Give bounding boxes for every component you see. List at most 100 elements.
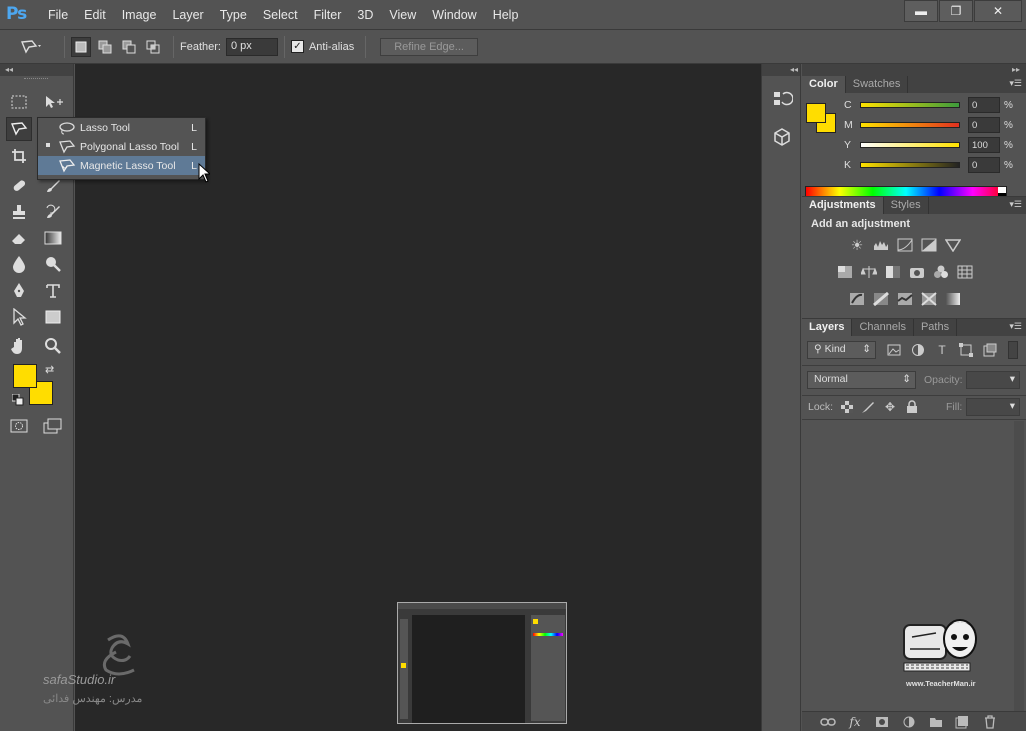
menu-filter[interactable]: Filter	[306, 0, 350, 30]
toolbox-collapse[interactable]: ◂◂	[0, 64, 73, 76]
layer-style-icon[interactable]: fx	[847, 714, 863, 730]
menu-layer[interactable]: Layer	[164, 0, 211, 30]
dodge-tool[interactable]	[40, 252, 66, 276]
swap-colors-icon[interactable]: ⇄	[45, 363, 54, 376]
subtract-from-selection-button[interactable]	[119, 37, 139, 57]
tab-styles[interactable]: Styles	[884, 197, 929, 214]
tab-adjustments[interactable]: Adjustments	[802, 197, 884, 214]
flyout-item-polygonal-lasso[interactable]: Polygonal Lasso Tool L	[38, 137, 205, 156]
filter-type-icon[interactable]: T	[934, 342, 950, 358]
rectangle-tool[interactable]	[40, 305, 66, 329]
zoom-tool[interactable]	[40, 334, 66, 358]
new-layer-icon[interactable]	[954, 714, 970, 730]
blend-mode-dropdown[interactable]: Normal ⇕	[807, 371, 916, 389]
crop-tool[interactable]	[6, 144, 32, 168]
slider-track[interactable]	[860, 142, 960, 148]
filter-pixel-icon[interactable]	[886, 342, 902, 358]
hue-saturation-icon[interactable]	[836, 264, 854, 280]
hand-tool[interactable]	[6, 334, 32, 358]
delete-layer-icon[interactable]	[982, 714, 998, 730]
tab-swatches[interactable]: Swatches	[846, 76, 909, 93]
invert-icon[interactable]	[848, 291, 866, 307]
type-tool[interactable]	[40, 279, 66, 303]
history-brush-tool[interactable]	[40, 200, 66, 224]
slider-black[interactable]: K 0 %	[844, 156, 1013, 174]
menu-select[interactable]: Select	[255, 0, 306, 30]
dock-collapse[interactable]: ◂◂	[762, 64, 800, 76]
tab-channels[interactable]: Channels	[852, 319, 914, 336]
vibrance-icon[interactable]	[944, 237, 962, 253]
restore-button[interactable]: ❐	[939, 0, 973, 22]
slider-yellow[interactable]: Y 100 %	[844, 136, 1013, 154]
slider-value[interactable]: 0	[968, 157, 1000, 173]
panels-collapse[interactable]: ▸▸	[802, 64, 1026, 76]
color-lookup-icon[interactable]	[956, 264, 974, 280]
history-panel-icon[interactable]	[771, 88, 794, 110]
new-selection-button[interactable]	[71, 36, 91, 57]
new-adjustment-layer-icon[interactable]	[901, 714, 917, 730]
menu-file[interactable]: File	[40, 0, 76, 30]
lock-transparent-icon[interactable]	[839, 399, 855, 415]
menu-3d[interactable]: 3D	[349, 0, 381, 30]
pen-tool[interactable]	[6, 279, 32, 303]
menu-window[interactable]: Window	[424, 0, 484, 30]
panel-menu-icon[interactable]: ▾☰	[1009, 199, 1022, 210]
channel-mixer-icon[interactable]	[932, 264, 950, 280]
lasso-tool[interactable]	[6, 117, 32, 141]
color-foreground-swatch[interactable]	[806, 103, 826, 123]
filter-kind-dropdown[interactable]: ⚲ Kind ⇕	[807, 341, 876, 359]
posterize-icon[interactable]	[872, 291, 890, 307]
filter-shape-icon[interactable]	[958, 342, 974, 358]
intersect-selection-button[interactable]	[143, 37, 163, 57]
lock-pixels-icon[interactable]	[860, 399, 876, 415]
slider-value[interactable]: 0	[968, 97, 1000, 113]
slider-track[interactable]	[860, 102, 960, 108]
slider-cyan[interactable]: C 0 %	[844, 96, 1013, 114]
slider-value[interactable]: 0	[968, 117, 1000, 133]
foreground-color-swatch[interactable]	[13, 364, 37, 388]
new-group-icon[interactable]	[928, 714, 944, 730]
levels-icon[interactable]	[872, 237, 890, 253]
eraser-tool[interactable]	[6, 226, 32, 250]
tool-preset-picker[interactable]	[20, 35, 58, 59]
marquee-tool[interactable]	[6, 90, 32, 114]
menu-edit[interactable]: Edit	[76, 0, 114, 30]
filter-smart-object-icon[interactable]	[982, 342, 998, 358]
opacity-field[interactable]: ▾	[966, 371, 1020, 389]
selective-color-icon[interactable]	[920, 291, 938, 307]
path-selection-tool[interactable]	[6, 305, 32, 329]
color-balance-icon[interactable]	[860, 264, 878, 280]
tab-layers[interactable]: Layers	[802, 319, 853, 336]
photo-filter-icon[interactable]	[908, 264, 926, 280]
move-tool[interactable]	[40, 90, 66, 114]
lock-all-icon[interactable]	[904, 399, 920, 415]
flyout-item-magnetic-lasso[interactable]: Magnetic Lasso Tool L	[38, 156, 205, 175]
menu-view[interactable]: View	[381, 0, 424, 30]
add-mask-icon[interactable]	[874, 714, 890, 730]
menu-help[interactable]: Help	[485, 0, 527, 30]
clone-stamp-tool[interactable]	[6, 200, 32, 224]
tab-paths[interactable]: Paths	[914, 319, 958, 336]
panel-menu-icon[interactable]: ▾☰	[1009, 321, 1022, 332]
lock-position-icon[interactable]: ✥	[882, 399, 898, 415]
menu-type[interactable]: Type	[212, 0, 255, 30]
antialias-checkbox[interactable]: ✓	[290, 40, 304, 53]
exposure-icon[interactable]	[920, 237, 938, 253]
brightness-icon[interactable]: ☀	[848, 237, 866, 253]
gradient-map-icon[interactable]	[944, 291, 962, 307]
3d-panel-icon[interactable]	[771, 126, 793, 148]
quick-mask-button[interactable]	[6, 414, 32, 438]
filter-toggle[interactable]	[1008, 341, 1018, 359]
healing-brush-tool[interactable]	[6, 174, 32, 198]
refine-edge-button[interactable]: Refine Edge...	[380, 37, 478, 56]
black-white-icon[interactable]	[884, 264, 902, 280]
filter-adjustment-icon[interactable]	[910, 342, 926, 358]
slider-value[interactable]: 100	[968, 137, 1000, 153]
screen-mode-button[interactable]	[40, 414, 66, 438]
link-layers-icon[interactable]	[820, 714, 836, 730]
slider-magenta[interactable]: M 0 %	[844, 116, 1013, 134]
blur-tool[interactable]	[6, 252, 32, 276]
gradient-tool[interactable]	[40, 226, 66, 250]
curves-icon[interactable]	[896, 237, 914, 253]
menu-image[interactable]: Image	[114, 0, 165, 30]
